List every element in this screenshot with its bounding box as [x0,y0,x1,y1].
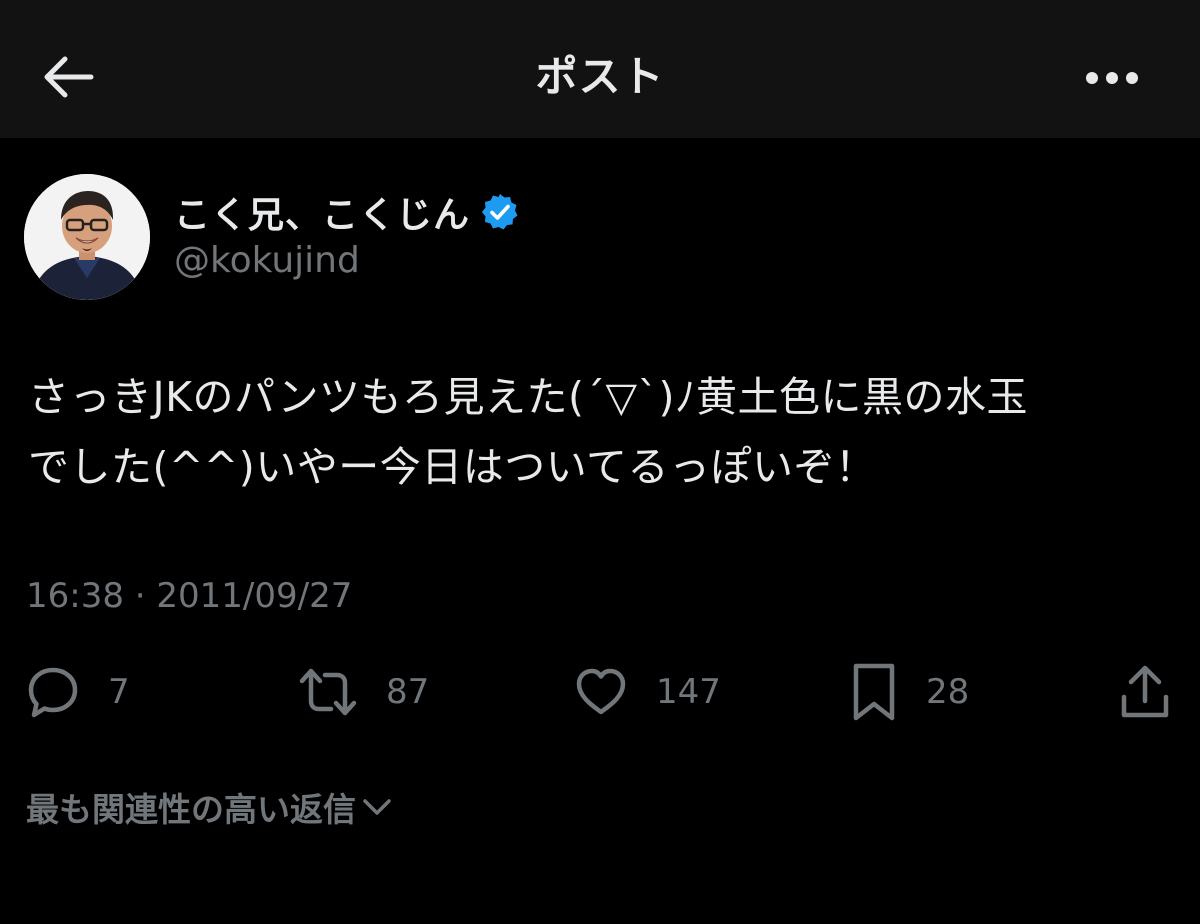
verified-badge-icon [480,192,520,232]
bookmark-count: 28 [926,672,970,712]
more-options-button[interactable] [1082,56,1142,100]
reply-button[interactable]: 7 [26,660,130,724]
post-text: さっきJKのパンツもろ見えた(´▽`)ﾉ黄土色に黒の水玉 でした(^^)いやー今… [28,362,1178,502]
bookmark-icon [853,663,895,721]
replies-sort-dropdown[interactable]: 最も関連性の高い返信 [26,782,392,832]
share-button[interactable] [1118,660,1172,724]
avatar-image [24,174,150,300]
avatar[interactable] [24,174,150,300]
action-bar: 7 87 147 28 [0,660,1200,724]
repost-button[interactable]: 87 [298,660,429,724]
reply-icon [28,667,78,718]
author-display-name[interactable]: こく兄、こくじん [174,186,470,238]
post-timestamp[interactable]: 16:38 · 2011/09/27 [26,574,352,618]
like-count: 147 [656,672,721,712]
bookmark-button[interactable]: 28 [850,660,969,724]
author-handle[interactable]: @kokujind [174,238,360,284]
like-button[interactable]: 147 [574,660,721,724]
more-horizontal-icon [1086,72,1138,84]
author-name-row[interactable]: こく兄、こくじん [174,186,520,238]
repost-icon [299,668,357,716]
chevron-down-icon [362,797,392,817]
reply-count: 7 [108,672,130,712]
page-title: ポスト [535,52,665,101]
heart-icon [576,668,626,715]
repost-count: 87 [386,672,430,712]
post-text-line: さっきJKのパンツもろ見えた(´▽`)ﾉ黄土色に黒の水玉 [28,373,1029,421]
share-icon [1121,665,1169,718]
top-bar: ポスト [0,0,1200,138]
replies-sort-label: 最も関連性の高い返信 [26,790,356,829]
post-text-line: でした(^^)いやー今日はついてるっぽいぞ！ [28,443,877,491]
